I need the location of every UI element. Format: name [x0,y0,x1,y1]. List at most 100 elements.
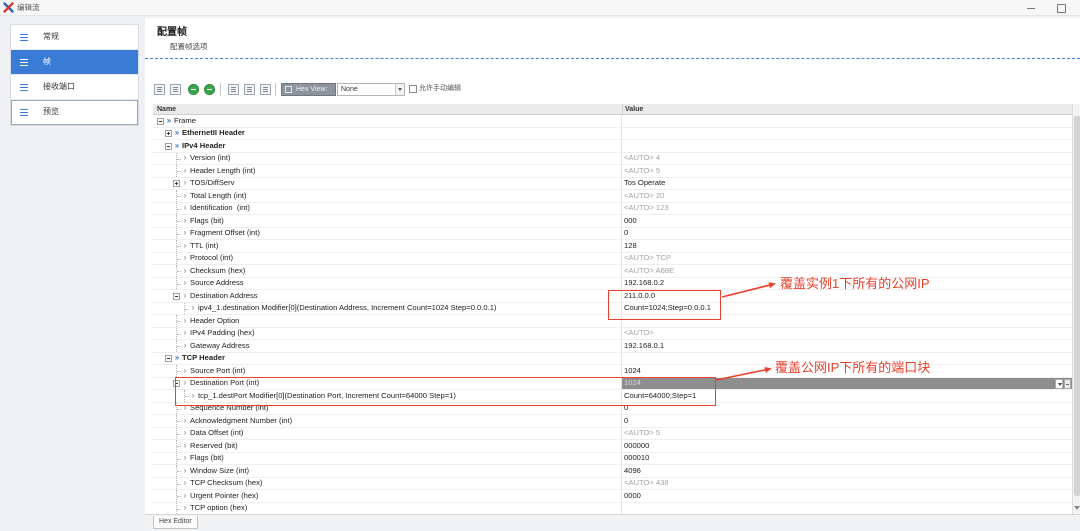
name-cell[interactable]: TCP Header [153,352,622,364]
value-cell[interactable]: <AUTO> 123 [622,203,1072,215]
name-cell[interactable]: TCP Checksum (hex) [153,477,622,489]
sidebar-item-frame[interactable]: 帧 [11,50,138,75]
name-cell[interactable]: Window Size (int) [153,465,622,477]
sidebar-item-general[interactable]: 常规 [11,25,138,50]
sidebar-item-rx-port[interactable]: 接收端口 [11,75,138,100]
hex-view-select[interactable]: None [337,83,405,96]
value-cell[interactable]: 0 [622,228,1072,240]
expand-toggle-icon[interactable] [173,180,180,187]
name-cell[interactable]: EthernetII Header [153,127,622,140]
collapse-toggle-icon[interactable] [165,142,172,150]
name-cell[interactable]: Header Option [153,315,622,327]
value-cell[interactable]: 000010 [622,453,1072,465]
chevron-down-icon[interactable] [395,84,404,95]
value-cell[interactable] [622,503,1072,515]
value-cell[interactable]: <AUTO> 20 [622,190,1072,202]
value-cell[interactable]: 4096 [622,465,1072,477]
name-cell[interactable]: Frame [153,115,622,127]
tree-row[interactable]: TCP option (hex) [153,502,1072,515]
expander-slot[interactable] [165,140,173,152]
minimize-icon[interactable] [1026,3,1036,13]
tree-row[interactable]: IPv4 Padding (hex) <AUTO> [153,327,1072,340]
edit-field-icon[interactable] [154,84,165,95]
expand-toggle-icon[interactable] [165,130,172,137]
collapse-toggle-icon[interactable] [157,117,164,125]
scroll-down-icon[interactable] [1074,506,1080,510]
name-cell[interactable]: Flags (bit) [153,215,622,227]
value-cell[interactable]: Tos Operate [622,178,1072,190]
name-cell[interactable]: Total Length (int) [153,190,622,202]
name-cell[interactable]: TCP option (hex) [153,502,622,514]
tree-row[interactable]: Reserved (bit) 000000 [153,440,1072,453]
name-cell[interactable]: Flags (bit) [153,452,622,464]
tree-row[interactable]: Data Offset (int) <AUTO> 5 [153,427,1072,440]
value-cell[interactable] [622,128,1072,140]
tree-row[interactable]: Fragment Offset (int) 0 [153,227,1072,240]
tree-row[interactable]: Urgent Pointer (hex) 0000 [153,490,1072,503]
column-header-value[interactable]: Value [625,104,643,115]
value-cell[interactable]: 0 [622,415,1072,427]
name-cell[interactable]: Identification (int) [153,202,622,214]
tab-hex-editor[interactable]: Hex Editor [153,516,198,529]
name-cell[interactable]: Version (int) [153,152,622,164]
tree-row[interactable]: Checksum (hex) <AUTO> A68E [153,265,1072,278]
allow-edit-checkbox[interactable] [409,85,417,93]
tree-row[interactable]: TCP Checksum (hex) <AUTO> 438 [153,477,1072,490]
name-cell[interactable]: Checksum (hex) [153,265,622,277]
tree-row[interactable]: Header Length (int) <AUTO> 5 [153,165,1072,178]
add-modifier-icon[interactable] [188,84,199,95]
name-cell[interactable]: Header Length (int) [153,165,622,177]
tree-row[interactable]: Version (int) <AUTO> 4 [153,152,1072,165]
expander-slot[interactable] [173,178,181,190]
tree-row[interactable]: Flags (bit) 000 [153,215,1072,228]
value-cell[interactable]: <AUTO> [622,328,1072,340]
expander-slot[interactable] [173,290,181,302]
name-cell[interactable]: TTL (int) [153,240,622,252]
tree-row[interactable]: Source Address 192.168.0.2 [153,277,1072,290]
expander-slot[interactable] [165,128,173,140]
value-cell[interactable]: 000 [622,215,1072,227]
tree-row[interactable]: Identification (int) <AUTO> 123 [153,202,1072,215]
name-cell[interactable]: ipv4_1.destination Modifier[0](Destinati… [153,302,622,314]
tree-row[interactable]: TOS/DiffServ Tos Operate [153,177,1072,190]
value-cell[interactable]: <AUTO> 5 [622,165,1072,177]
table-edit-icon[interactable] [244,84,255,95]
table-view-icon[interactable] [228,84,239,95]
tree-row[interactable]: TCP Header [153,352,1072,365]
value-cell[interactable]: <AUTO> 438 [622,478,1072,490]
value-cell[interactable] [622,115,1072,127]
tree-row[interactable]: EthernetII Header [153,127,1072,140]
collapse-toggle-icon[interactable] [173,292,180,300]
name-cell[interactable]: Fragment Offset (int) [153,227,622,239]
name-cell[interactable]: Urgent Pointer (hex) [153,490,622,502]
scrollbar-thumb[interactable] [1074,116,1080,496]
tree-row[interactable]: Window Size (int) 4096 [153,465,1072,478]
name-cell[interactable]: Source Address [153,277,622,289]
copy-field-icon[interactable] [170,84,181,95]
name-cell[interactable]: Data Offset (int) [153,427,622,439]
value-cell[interactable]: 0000 [622,490,1072,502]
tree-row[interactable]: Protocol (int) <AUTO> TCP [153,252,1072,265]
value-cell[interactable]: 000000 [622,440,1072,452]
value-more-button[interactable] [1064,378,1071,389]
sidebar-item-preview[interactable]: 预览 [11,100,138,125]
tree-row[interactable]: Frame [153,115,1072,128]
tree-row[interactable]: Gateway Address 192.168.0.1 [153,340,1072,353]
tree-row[interactable]: Flags (bit) 000010 [153,452,1072,465]
tree-row[interactable]: Total Length (int) <AUTO> 20 [153,190,1072,203]
value-cell[interactable]: <AUTO> TCP [622,253,1072,265]
maximize-icon[interactable] [1056,3,1066,13]
hex-view-button[interactable]: Hex View: [281,83,336,96]
expander-slot[interactable] [157,115,165,127]
name-cell[interactable]: TOS/DiffServ [153,177,622,190]
link-icon[interactable] [260,84,271,95]
name-cell[interactable]: Reserved (bit) [153,440,622,452]
name-cell[interactable]: Destination Address [153,290,622,302]
name-cell[interactable]: IPv4 Header [153,140,622,152]
column-divider[interactable] [622,104,623,115]
value-cell[interactable]: 128 [622,240,1072,252]
value-cell[interactable]: <AUTO> A68E [622,265,1072,277]
tree-row[interactable]: Source Port (int) 1024 [153,365,1072,378]
column-header-name[interactable]: Name [157,104,176,115]
name-cell[interactable]: IPv4 Padding (hex) [153,327,622,339]
